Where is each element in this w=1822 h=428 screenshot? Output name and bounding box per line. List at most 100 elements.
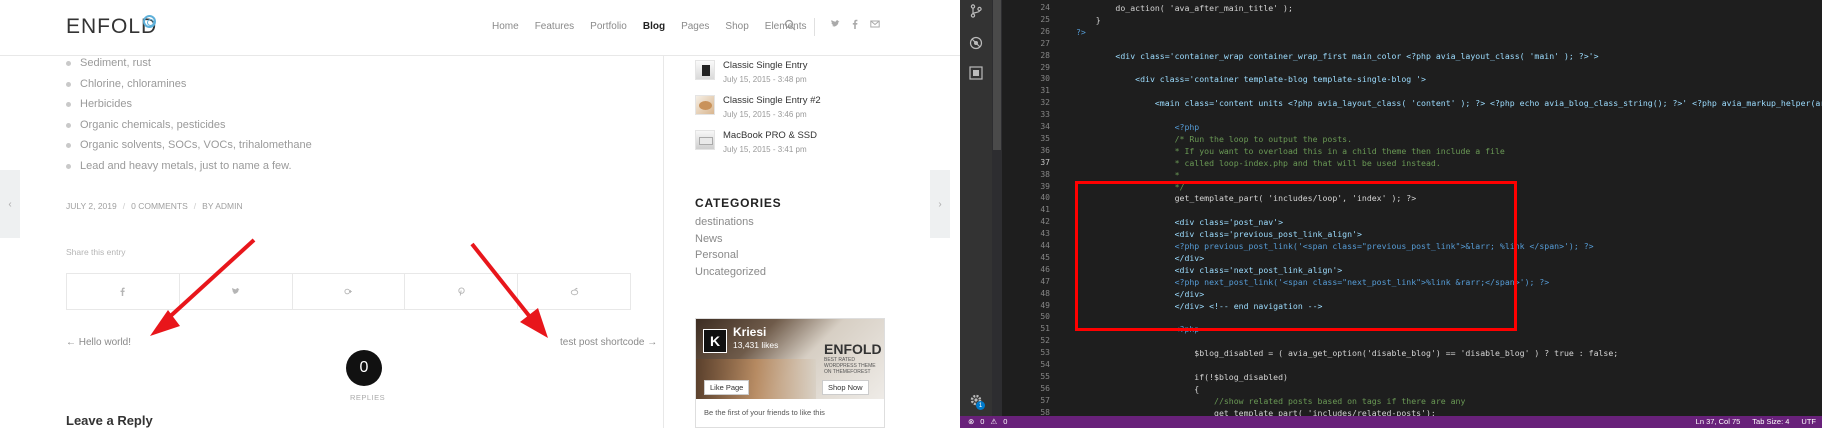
facebook-icon[interactable]: [850, 19, 860, 29]
meta-separator: /: [122, 201, 126, 211]
website-preview: ENFOLD Home Features Portfolio Blog Page…: [0, 0, 960, 428]
line-number: 45: [1040, 252, 1050, 262]
facebook-page-widget[interactable]: K Kriesi 13,431 likes ENFOLD BEST RATED …: [695, 318, 885, 428]
tab-size[interactable]: Tab Size: 4: [1752, 417, 1789, 426]
main-nav: Home Features Portfolio Blog Pages Shop …: [484, 21, 814, 32]
line-number: 38: [1040, 169, 1050, 179]
facebook-like-page-button[interactable]: Like Page: [704, 380, 750, 395]
post-meta: JULY 2, 2019 / 0 COMMENTS / BY ADMIN: [66, 201, 243, 211]
kriesi-logo[interactable]: K: [703, 329, 727, 353]
post-thumbnail[interactable]: [695, 130, 715, 150]
code-line: if(!$blog_disabled): [1076, 371, 1288, 382]
recent-post-title[interactable]: MacBook PRO & SSD: [723, 130, 817, 141]
line-number: 52: [1040, 336, 1050, 346]
recent-post-title[interactable]: Classic Single Entry: [723, 60, 807, 71]
line-number: 43: [1040, 229, 1050, 239]
line-number: 33: [1040, 110, 1050, 120]
share-facebook-button[interactable]: [67, 274, 180, 309]
share-googleplus-button[interactable]: [293, 274, 406, 309]
code-line: <main class='content units <?php avia_la…: [1076, 98, 1822, 109]
pinterest-icon: [458, 287, 465, 296]
error-count: 0: [980, 417, 985, 426]
warning-icon: ⚠: [990, 417, 998, 426]
line-number: 44: [1040, 241, 1050, 250]
line-number: 55: [1040, 371, 1050, 381]
list-item: Sediment, rust: [66, 56, 312, 77]
post-author-link[interactable]: BY ADMIN: [202, 201, 242, 211]
facebook-shop-now-button[interactable]: Shop Now: [822, 380, 869, 395]
category-link[interactable]: Personal: [695, 248, 766, 265]
code-line: <div class='container_wrap container_wra…: [1076, 50, 1599, 61]
code-line: <?php: [1076, 122, 1200, 132]
code-line: do_action( 'ava_after_main_title' );: [1076, 3, 1293, 13]
code-line: * If you want to overload this in a chil…: [1076, 145, 1505, 156]
code-line: }: [1076, 14, 1101, 25]
code-line: <div class='container template-blog temp…: [1076, 74, 1426, 85]
line-number: 51: [1040, 324, 1050, 334]
error-icon: ⊗: [968, 417, 975, 426]
extensions-icon[interactable]: [969, 66, 983, 80]
status-problems[interactable]: ⊗ 0 ⚠ 0: [968, 417, 1007, 426]
previous-post-link[interactable]: ← Hello world!: [66, 337, 131, 348]
share-twitter-button[interactable]: [180, 274, 293, 309]
code-line: * called loop-index.php and that will be…: [1076, 157, 1441, 168]
next-post-link[interactable]: test post shortcode →: [560, 337, 657, 348]
share-label: Share this entry: [66, 247, 126, 257]
category-link[interactable]: Uncategorized: [695, 265, 766, 282]
post-thumbnail[interactable]: [695, 60, 715, 80]
nav-home[interactable]: Home: [484, 21, 527, 32]
line-number: 35: [1040, 133, 1050, 143]
categories-heading: CATEGORIES: [695, 196, 782, 210]
list-item: Lead and heavy metals, just to name a fe…: [66, 159, 312, 180]
facebook-friends-text: Be the first of your friends to like thi…: [704, 408, 825, 417]
source-control-icon[interactable]: [969, 4, 983, 18]
share-reddit-button[interactable]: [518, 274, 630, 309]
line-number: 46: [1040, 264, 1050, 274]
nav-divider: [814, 18, 815, 36]
line-number: 41: [1040, 205, 1050, 215]
googleplus-icon: [344, 288, 352, 295]
debug-icon[interactable]: [969, 36, 983, 50]
leave-reply-heading: Leave a Reply: [66, 413, 153, 428]
recent-post-title[interactable]: Classic Single Entry #2: [723, 95, 821, 106]
line-number: 40: [1040, 193, 1050, 203]
chevron-left-icon: ‹: [8, 198, 12, 210]
line-number: 57: [1040, 395, 1050, 405]
previous-post-arrow[interactable]: ‹: [0, 170, 20, 238]
post-comments-link[interactable]: 0 COMMENTS: [131, 201, 188, 211]
line-number: 34: [1040, 122, 1050, 131]
mail-icon[interactable]: [870, 19, 880, 29]
line-number: 42: [1040, 217, 1050, 227]
post-date[interactable]: JULY 2, 2019: [66, 201, 117, 211]
line-number: 24: [1040, 3, 1050, 12]
notification-badge: 1: [976, 401, 985, 410]
cursor-position[interactable]: Ln 37, Col 75: [1696, 417, 1741, 426]
recent-post-date: July 15, 2015 - 3:48 pm: [723, 75, 807, 84]
line-number: 26: [1040, 26, 1050, 36]
nav-blog[interactable]: Blog: [635, 21, 673, 32]
meta-separator: /: [193, 201, 197, 211]
file-encoding[interactable]: UTF: [1801, 417, 1816, 426]
code-line: $blog_disabled = ( avia_get_option('disa…: [1076, 348, 1619, 359]
category-link[interactable]: destinations: [695, 215, 766, 232]
list-item: Organic solvents, SOCs, VOCs, trihalomet…: [66, 138, 312, 159]
nav-pages[interactable]: Pages: [673, 21, 717, 32]
activity-bar: 1: [960, 0, 992, 416]
nav-portfolio[interactable]: Portfolio: [582, 21, 635, 32]
search-icon[interactable]: [784, 19, 796, 31]
status-right-items: Ln 37, Col 75 Tab Size: 4 UTF: [1696, 417, 1816, 426]
facebook-page-name[interactable]: Kriesi: [733, 325, 766, 339]
next-post-arrow[interactable]: ›: [930, 170, 950, 238]
nav-shop[interactable]: Shop: [717, 21, 756, 32]
editor-scrollbar-thumb[interactable]: [993, 0, 1001, 150]
warning-count: 0: [1003, 417, 1008, 426]
twitter-icon[interactable]: [830, 19, 840, 29]
facebook-cover-brand: ENFOLD: [824, 341, 882, 357]
post-thumbnail[interactable]: [695, 95, 715, 115]
nav-features[interactable]: Features: [527, 21, 582, 32]
code-line: //show related posts based on tags if th…: [1076, 395, 1466, 406]
reddit-icon: [570, 287, 578, 296]
line-number: 31: [1040, 86, 1050, 96]
share-pinterest-button[interactable]: [405, 274, 519, 309]
category-link[interactable]: News: [695, 232, 766, 249]
